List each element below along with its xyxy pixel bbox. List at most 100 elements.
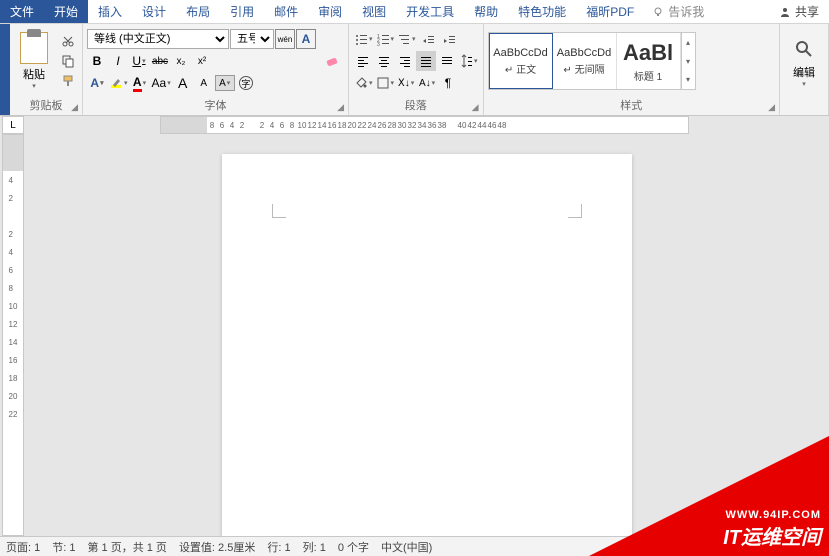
horizontal-ruler[interactable]: 8642246810121416182022242628303234363840… (160, 116, 689, 134)
style-preview: AaBbCcDd (557, 47, 611, 59)
menu-references[interactable]: 引用 (220, 0, 264, 23)
subscript-button[interactable]: x₂ (171, 51, 191, 71)
char-border-button[interactable]: A (296, 29, 316, 49)
status-page-count[interactable]: 第 1 页，共 1 页 (87, 539, 166, 555)
person-icon (779, 6, 791, 18)
style-normal[interactable]: AaBbCcDd ↵ 正文 (489, 33, 553, 89)
group-label: 剪贴板 (30, 100, 63, 112)
style-nospacing[interactable]: AaBbCcDd ↵ 无间隔 (553, 33, 617, 89)
find-button[interactable]: 编辑 ▾ (784, 38, 824, 88)
sort-button[interactable]: A↓ (417, 73, 437, 93)
group-editing: 编辑 ▾ (780, 24, 829, 115)
shading-button[interactable] (353, 73, 374, 93)
indent-increase-button[interactable] (439, 29, 459, 49)
document-page[interactable] (222, 154, 632, 536)
dialog-launcher-icon[interactable]: ◢ (768, 102, 775, 113)
page-scroll[interactable] (24, 134, 829, 536)
dialog-launcher-icon[interactable]: ◢ (337, 102, 344, 113)
menu-features[interactable]: 特色功能 (508, 0, 576, 23)
status-col[interactable]: 列: 1 (303, 539, 326, 555)
font-name-select[interactable]: 等线 (中文正文) (87, 29, 229, 49)
tell-me[interactable]: 告诉我 (652, 0, 704, 23)
superscript-button[interactable]: x² (192, 51, 212, 71)
group-font: 等线 (中文正文) 五号 wén A B I U abc x₂ x² A A (83, 24, 349, 115)
align-right-button[interactable] (395, 51, 415, 71)
borders-button[interactable] (375, 73, 396, 93)
view-print-button[interactable] (805, 540, 823, 554)
menu-home[interactable]: 开始 (44, 0, 88, 23)
grow-font-button[interactable]: A (173, 73, 193, 93)
shrink-font-button[interactable]: A (194, 73, 214, 93)
styles-more-button[interactable]: ▾ (682, 70, 695, 89)
tab-selector[interactable]: L (2, 116, 24, 134)
align-center-button[interactable] (374, 51, 394, 71)
copy-button[interactable] (58, 52, 78, 70)
view-read-button[interactable] (781, 540, 799, 554)
menu-foxit[interactable]: 福昕PDF (576, 0, 644, 23)
menu-mailings[interactable]: 邮件 (264, 0, 308, 23)
change-case-button[interactable]: Aa (151, 73, 172, 93)
show-marks-button[interactable]: ¶ (438, 73, 458, 93)
text-direction-button[interactable]: Ⅹ↓ (396, 73, 416, 93)
font-size-select[interactable]: 五号 (230, 29, 274, 49)
menu-layout[interactable]: 布局 (176, 0, 220, 23)
align-left-button[interactable] (353, 51, 373, 71)
ruler-area: L 86422468101214161820222426283032343638… (0, 116, 829, 134)
styles-up-button[interactable]: ▴ (682, 33, 695, 52)
align-justify-button[interactable] (416, 51, 436, 71)
paste-label: 粘贴 (23, 66, 45, 82)
char-shading-button[interactable]: A (215, 75, 235, 91)
strike-button[interactable]: abc (150, 51, 170, 71)
share-button[interactable]: 共享 (769, 0, 829, 23)
paste-button[interactable]: 粘贴 ▾ (14, 32, 54, 90)
status-row[interactable]: 行: 1 (267, 539, 290, 555)
align-right-icon (398, 54, 412, 68)
dialog-launcher-icon[interactable]: ◢ (472, 102, 479, 113)
status-word-count[interactable]: 0 个字 (338, 539, 369, 555)
enclose-char-button[interactable]: 字 (236, 73, 256, 93)
group-clipboard: 粘贴 ▾ 剪贴板 ◢ (10, 24, 83, 115)
clear-format-button[interactable] (322, 51, 344, 71)
status-page[interactable]: 页面: 1 (6, 539, 40, 555)
menu-file[interactable]: 文件 (0, 0, 44, 23)
style-heading1[interactable]: AaBl 标题 1 (617, 33, 681, 89)
lightbulb-icon (652, 6, 664, 18)
style-label: ↵ 无间隔 (563, 61, 604, 76)
align-justify-icon (419, 54, 433, 68)
editing-label: 编辑 (793, 64, 815, 80)
menu-devtools[interactable]: 开发工具 (396, 0, 464, 23)
bullets-button[interactable] (353, 29, 374, 49)
vertical-ruler[interactable]: 42246810121416182022 (2, 134, 24, 536)
status-section[interactable]: 节: 1 (52, 539, 75, 555)
margin-corner-icon (568, 204, 582, 218)
align-distribute-icon (440, 54, 454, 68)
line-spacing-button[interactable] (458, 51, 479, 71)
menu-help[interactable]: 帮助 (464, 0, 508, 23)
eraser-icon (323, 51, 343, 71)
indent-decrease-button[interactable] (418, 29, 438, 49)
cut-button[interactable] (58, 32, 78, 50)
svg-text:3: 3 (377, 42, 380, 46)
phonetic-guide-button[interactable]: wén (275, 29, 295, 49)
font-color-button[interactable]: A (130, 73, 150, 93)
borders-icon (376, 76, 390, 90)
multilevel-button[interactable] (396, 29, 417, 49)
menu-view[interactable]: 视图 (352, 0, 396, 23)
styles-down-button[interactable]: ▾ (682, 52, 695, 71)
numbering-button[interactable]: 123 (375, 29, 396, 49)
underline-button[interactable]: U (129, 51, 149, 71)
status-position[interactable]: 设置值: 2.5厘米 (179, 539, 255, 555)
dialog-launcher-icon[interactable]: ◢ (71, 102, 78, 113)
menu-design[interactable]: 设计 (132, 0, 176, 23)
menu-insert[interactable]: 插入 (88, 0, 132, 23)
bold-button[interactable]: B (87, 51, 107, 71)
status-language[interactable]: 中文(中国) (381, 539, 432, 555)
copy-icon (61, 54, 75, 68)
italic-button[interactable]: I (108, 51, 128, 71)
menu-review[interactable]: 审阅 (308, 0, 352, 23)
format-painter-button[interactable] (58, 72, 78, 90)
align-distribute-button[interactable] (437, 51, 457, 71)
highlight-button[interactable] (108, 73, 129, 93)
text-effects-button[interactable]: A (87, 73, 107, 93)
highlighter-icon (109, 76, 123, 90)
